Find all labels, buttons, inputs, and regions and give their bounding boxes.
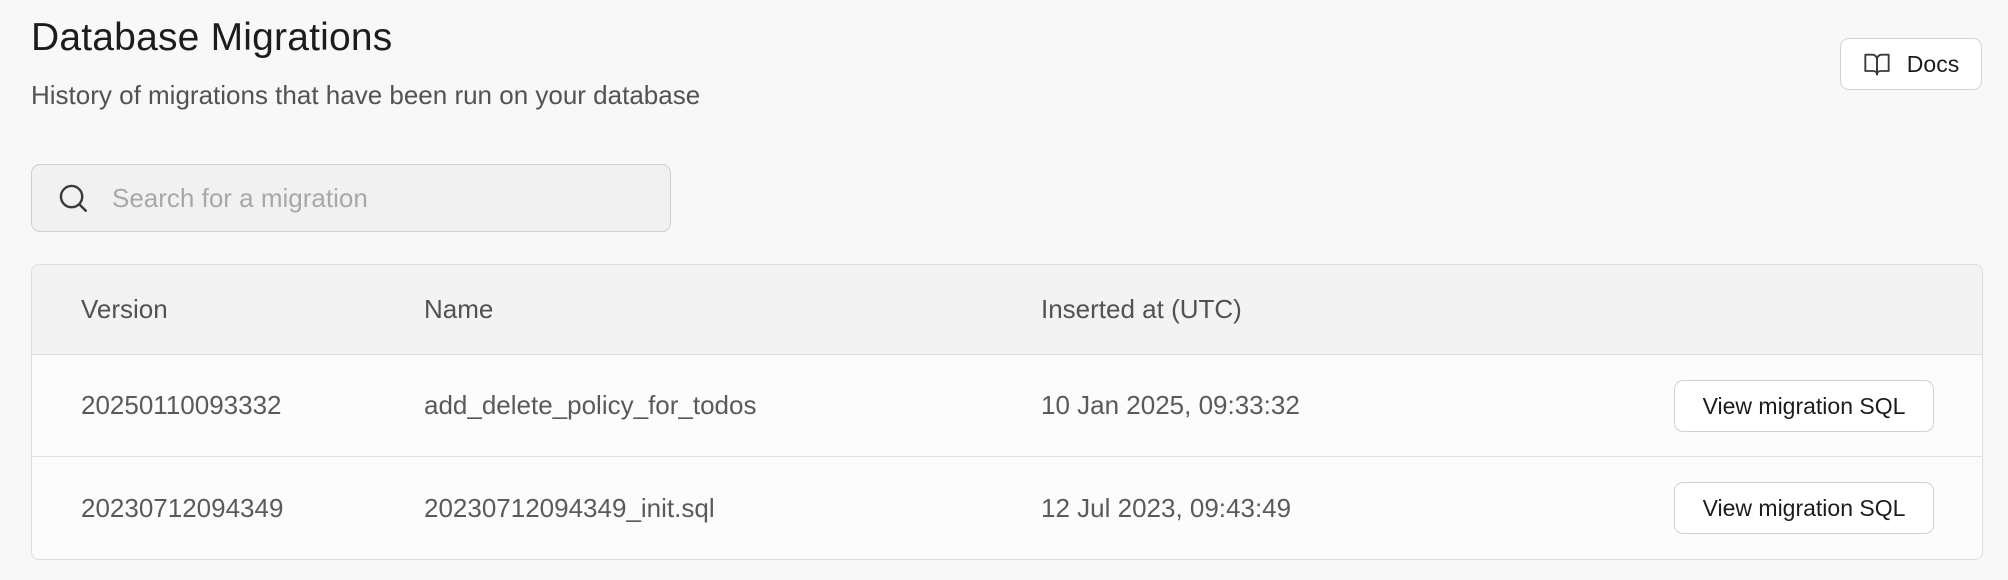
row-inserted-at: 12 Jul 2023, 09:43:49 — [1041, 492, 1292, 523]
docs-button[interactable]: Docs — [1840, 38, 1982, 90]
page-title: Database Migrations — [31, 16, 393, 59]
table-header: Version Name Inserted at (UTC) — [32, 265, 1982, 355]
search-box[interactable] — [31, 164, 671, 232]
search-icon — [56, 181, 90, 215]
row-name: 20230712094349_init.sql — [424, 492, 715, 523]
table-row: 20230712094349 20230712094349_init.sql 1… — [32, 457, 1982, 559]
docs-button-label: Docs — [1906, 50, 1960, 77]
table-row: 20250110093332 add_delete_policy_for_tod… — [32, 355, 1982, 457]
row-version: 20230712094349 — [81, 492, 284, 523]
book-open-icon — [1863, 50, 1891, 78]
migrations-page: Database Migrations History of migration… — [0, 0, 2008, 580]
row-version: 20250110093332 — [81, 390, 282, 420]
column-header-name: Name — [424, 294, 494, 324]
page-subtitle: History of migrations that have been run… — [31, 80, 701, 110]
search-input[interactable] — [112, 182, 632, 214]
view-migration-sql-button[interactable]: View migration SQL — [1674, 380, 1934, 432]
migrations-table: Version Name Inserted at (UTC) 202501100… — [31, 264, 1983, 560]
row-inserted-at: 10 Jan 2025, 09:33:32 — [1041, 390, 1300, 420]
row-name: add_delete_policy_for_todos — [424, 390, 757, 420]
column-header-version: Version — [81, 294, 168, 324]
view-migration-sql-button[interactable]: View migration SQL — [1674, 482, 1934, 534]
column-header-inserted-at: Inserted at (UTC) — [1041, 294, 1242, 324]
